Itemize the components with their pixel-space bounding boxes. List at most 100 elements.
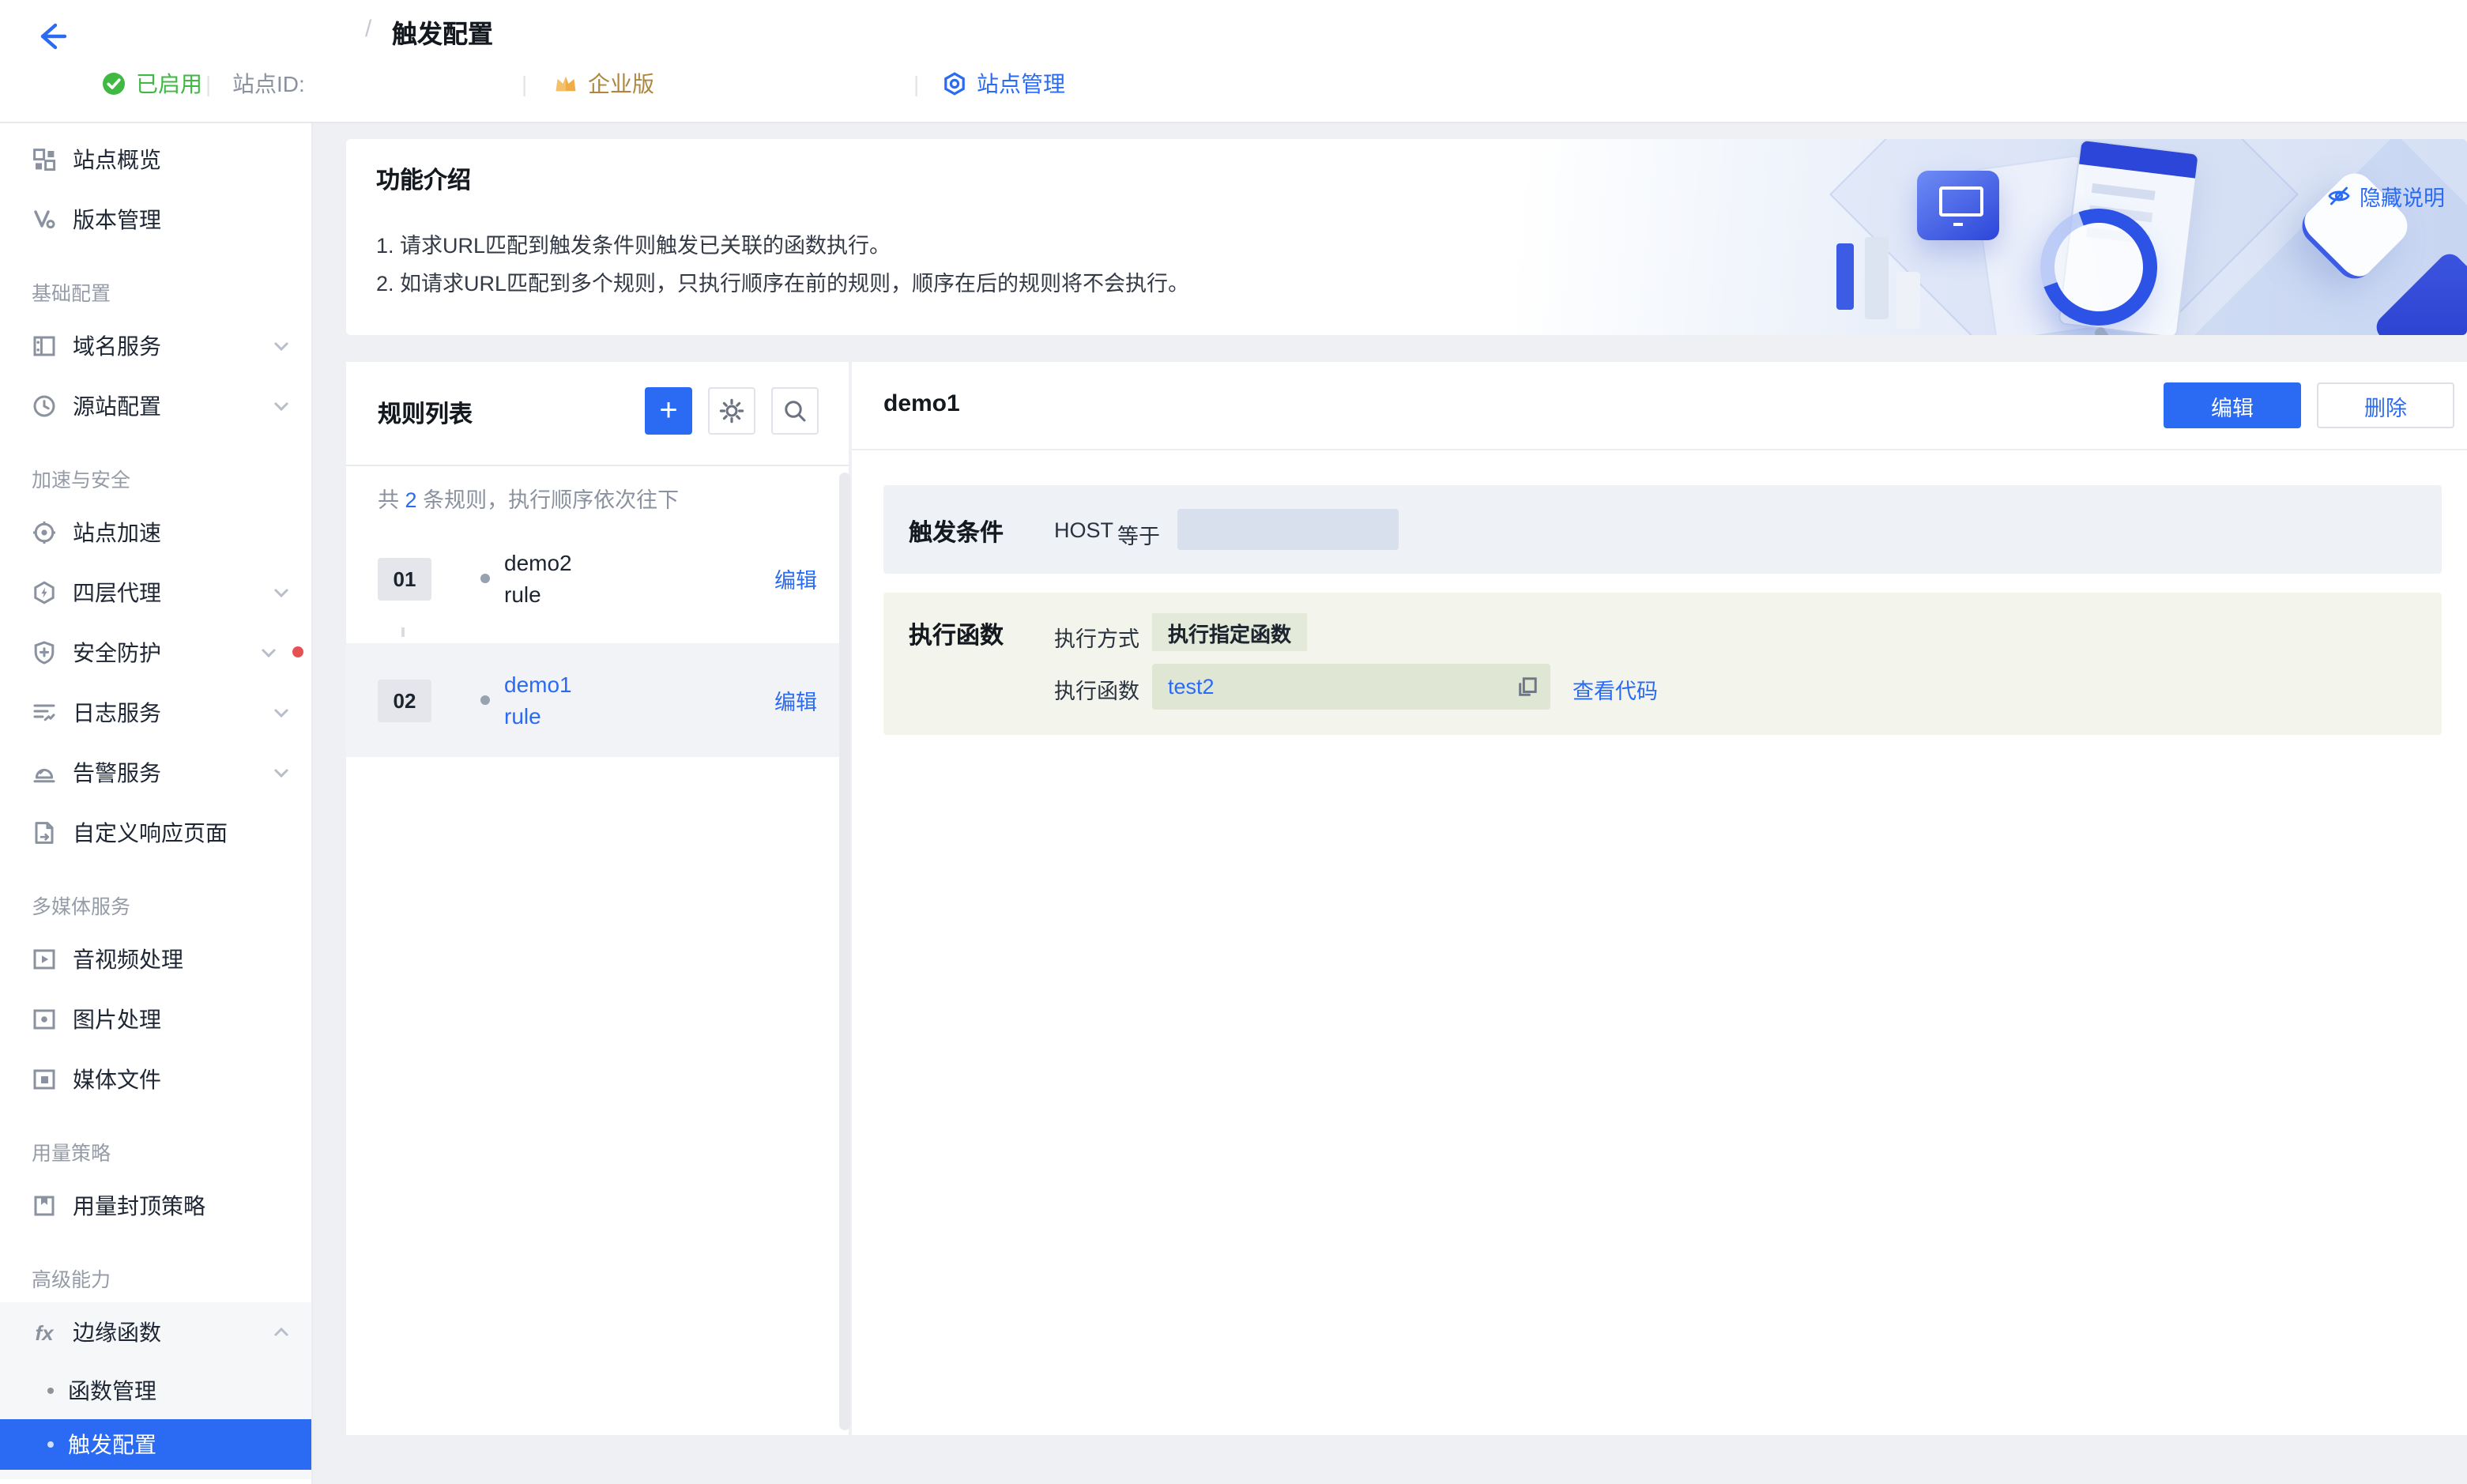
sidebar-item-label: 音视频处理 — [73, 944, 183, 975]
plan-label: 企业版 — [588, 66, 654, 101]
eye-off-icon — [2326, 183, 2352, 209]
execute-mode-label: 执行方式 — [1054, 621, 1139, 653]
rule-detail-panel: demo1 编辑 删除 触发条件 HOST 等于 执行函数 执行方式 执行指定函… — [852, 362, 2467, 1435]
sidebar-item-label: 图片处理 — [73, 1004, 161, 1035]
sidebar-item-function-management[interactable]: 函数管理 — [0, 1362, 311, 1419]
sidebar-section-usage-policy: 用量策略 — [0, 1125, 311, 1176]
sidebar-item-site-acceleration[interactable]: 站点加速 — [0, 503, 311, 563]
rule-name[interactable]: demo1 rule — [504, 669, 572, 732]
site-manage-icon — [942, 71, 967, 96]
function-name-link[interactable]: test2 — [1168, 675, 1215, 699]
logs-icon — [32, 700, 57, 725]
sidebar-item-label: 源站配置 — [73, 390, 161, 422]
site-manage-label: 站点管理 — [977, 66, 1065, 101]
top-bar: / 触发配置 已启用 | 站点ID: | 企业版 | — [0, 0, 2467, 123]
rules-count-summary: 共 2 条规则，执行顺序依次往下 — [378, 485, 817, 517]
rule-edit-link[interactable]: 编辑 — [774, 684, 817, 716]
shield-plus-icon — [32, 640, 57, 665]
sidebar-item-edge-function[interactable]: fx 边缘函数 — [0, 1302, 311, 1362]
edit-rule-button[interactable]: 编辑 — [2164, 382, 2301, 428]
rules-settings-button[interactable] — [708, 387, 755, 435]
sidebar-item-site-overview[interactable]: 站点概览 — [0, 130, 311, 190]
sidebar-item-label: 用量封顶策略 — [73, 1190, 205, 1222]
copy-icon[interactable] — [1517, 676, 1538, 697]
gear-icon — [719, 398, 744, 424]
sidebar-item-trigger-config[interactable]: 触发配置 — [0, 1419, 311, 1470]
hide-description-link[interactable]: 隐藏说明 — [2326, 180, 2445, 212]
sidebar-section-accel-security: 加速与安全 — [0, 452, 311, 503]
content-area: 功能介绍 1. 请求URL匹配到触发条件则触发已关联的函数执行。 2. 如请求U… — [313, 123, 2467, 1484]
rule-list-item-demo1-selected[interactable]: 02 demo1 rule 编辑 — [346, 643, 849, 757]
rule-order-badge: 01 — [378, 557, 431, 600]
sidebar-item-label: 站点概览 — [73, 144, 161, 175]
sidebar-item-label: 日志服务 — [73, 697, 161, 729]
sidebar-item-label: 站点加速 — [73, 517, 161, 548]
rule-detail-header: demo1 编辑 删除 — [852, 362, 2467, 450]
chevron-down-icon — [273, 588, 289, 597]
back-icon[interactable] — [32, 17, 70, 55]
execute-function-label: 执行函数 — [909, 618, 1004, 651]
status-badge: 已启用 — [101, 66, 202, 101]
rule-edit-link[interactable]: 编辑 — [774, 563, 817, 594]
sidebar-item-l4-proxy[interactable]: 四层代理 — [0, 563, 311, 623]
grid-icon — [32, 147, 57, 172]
sidebar-item-label: 域名服务 — [73, 330, 161, 362]
media-icon — [32, 1067, 57, 1092]
sidebar-section-multimedia: 多媒体服务 — [0, 879, 311, 929]
sidebar-item-usage-cap-policy[interactable]: 用量封顶策略 — [0, 1176, 311, 1236]
rule-name-line2: rule — [504, 578, 572, 610]
sidebar-item-media-files[interactable]: 媒体文件 — [0, 1049, 311, 1109]
rules-count: 2 — [405, 488, 417, 512]
rules-list-header: 规则列表 + — [346, 362, 849, 466]
l4-proxy-icon — [32, 580, 57, 605]
count-suffix: 条规则，执行顺序依次往下 — [423, 488, 679, 512]
sidebar-item-alert-service[interactable]: 告警服务 — [0, 743, 311, 803]
sidebar-section-basic-config: 基础配置 — [0, 266, 311, 316]
sidebar-item-label: 四层代理 — [73, 577, 161, 608]
sidebar-item-label: 媒体文件 — [73, 1064, 161, 1095]
trigger-operator: 等于 — [1117, 518, 1160, 550]
page-title: 触发配置 — [392, 13, 493, 51]
sidebar-item-version-management[interactable]: 版本管理 — [0, 190, 311, 250]
rules-scrollbar[interactable] — [839, 473, 850, 1430]
chevron-down-icon — [273, 708, 289, 718]
sidebar-item-av-processing[interactable]: 音视频处理 — [0, 929, 311, 989]
rule-name[interactable]: demo2 rule — [504, 547, 572, 610]
sidebar-item-security[interactable]: 安全防护 — [0, 623, 311, 683]
status-label: 已启用 — [136, 66, 202, 101]
chevron-up-icon — [273, 1328, 289, 1337]
sidebar-item-image-processing[interactable]: 图片处理 — [0, 989, 311, 1049]
banner-line-2: 2. 如请求URL匹配到多个规则，只执行顺序在前的规则，顺序在后的规则将不会执行… — [376, 266, 1189, 297]
function-field-label: 执行函数 — [1054, 673, 1139, 705]
banner-illustration — [1787, 139, 2467, 335]
site-manage-link[interactable]: 站点管理 — [942, 66, 1065, 101]
delete-rule-button[interactable]: 删除 — [2317, 382, 2454, 428]
function-value-box: test2 — [1152, 664, 1550, 710]
rule-status-dot — [480, 574, 490, 583]
rules-search-button[interactable] — [771, 387, 819, 435]
rule-status-dot — [480, 695, 490, 705]
fx-icon: fx — [32, 1320, 57, 1344]
sidebar-item-domain-service[interactable]: 域名服务 — [0, 316, 311, 376]
bullet-dot-icon — [47, 1441, 54, 1448]
rule-name-line2: rule — [504, 700, 572, 732]
sidebar-item-origin-config[interactable]: 源站配置 — [0, 376, 311, 436]
view-code-link[interactable]: 查看代码 — [1572, 673, 1658, 705]
add-rule-button[interactable]: + — [645, 387, 692, 435]
alert-dot-badge — [292, 646, 303, 657]
version-icon — [32, 207, 57, 232]
separator: | — [522, 66, 527, 101]
sidebar-item-label: 函数管理 — [68, 1375, 156, 1407]
banner-title: 功能介绍 — [376, 163, 471, 196]
sidebar-item-label: 安全防护 — [73, 637, 161, 669]
image-icon — [32, 1007, 57, 1032]
rule-list-item-demo2[interactable]: 01 demo2 rule 编辑 — [346, 536, 849, 621]
chevron-down-icon — [261, 648, 277, 657]
sidebar-item-label: 版本管理 — [73, 204, 161, 235]
sidebar-item-log-service[interactable]: 日志服务 — [0, 683, 311, 743]
sidebar-item-custom-response-page[interactable]: 自定义响应页面 — [0, 803, 311, 863]
hide-description-label: 隐藏说明 — [2360, 180, 2445, 212]
site-id-label: 站点ID: — [232, 66, 305, 101]
site-status-row: 已启用 | 站点ID: | 企业版 | 站点管理 — [0, 66, 2467, 101]
plan-badge: 企业版 — [553, 66, 654, 101]
